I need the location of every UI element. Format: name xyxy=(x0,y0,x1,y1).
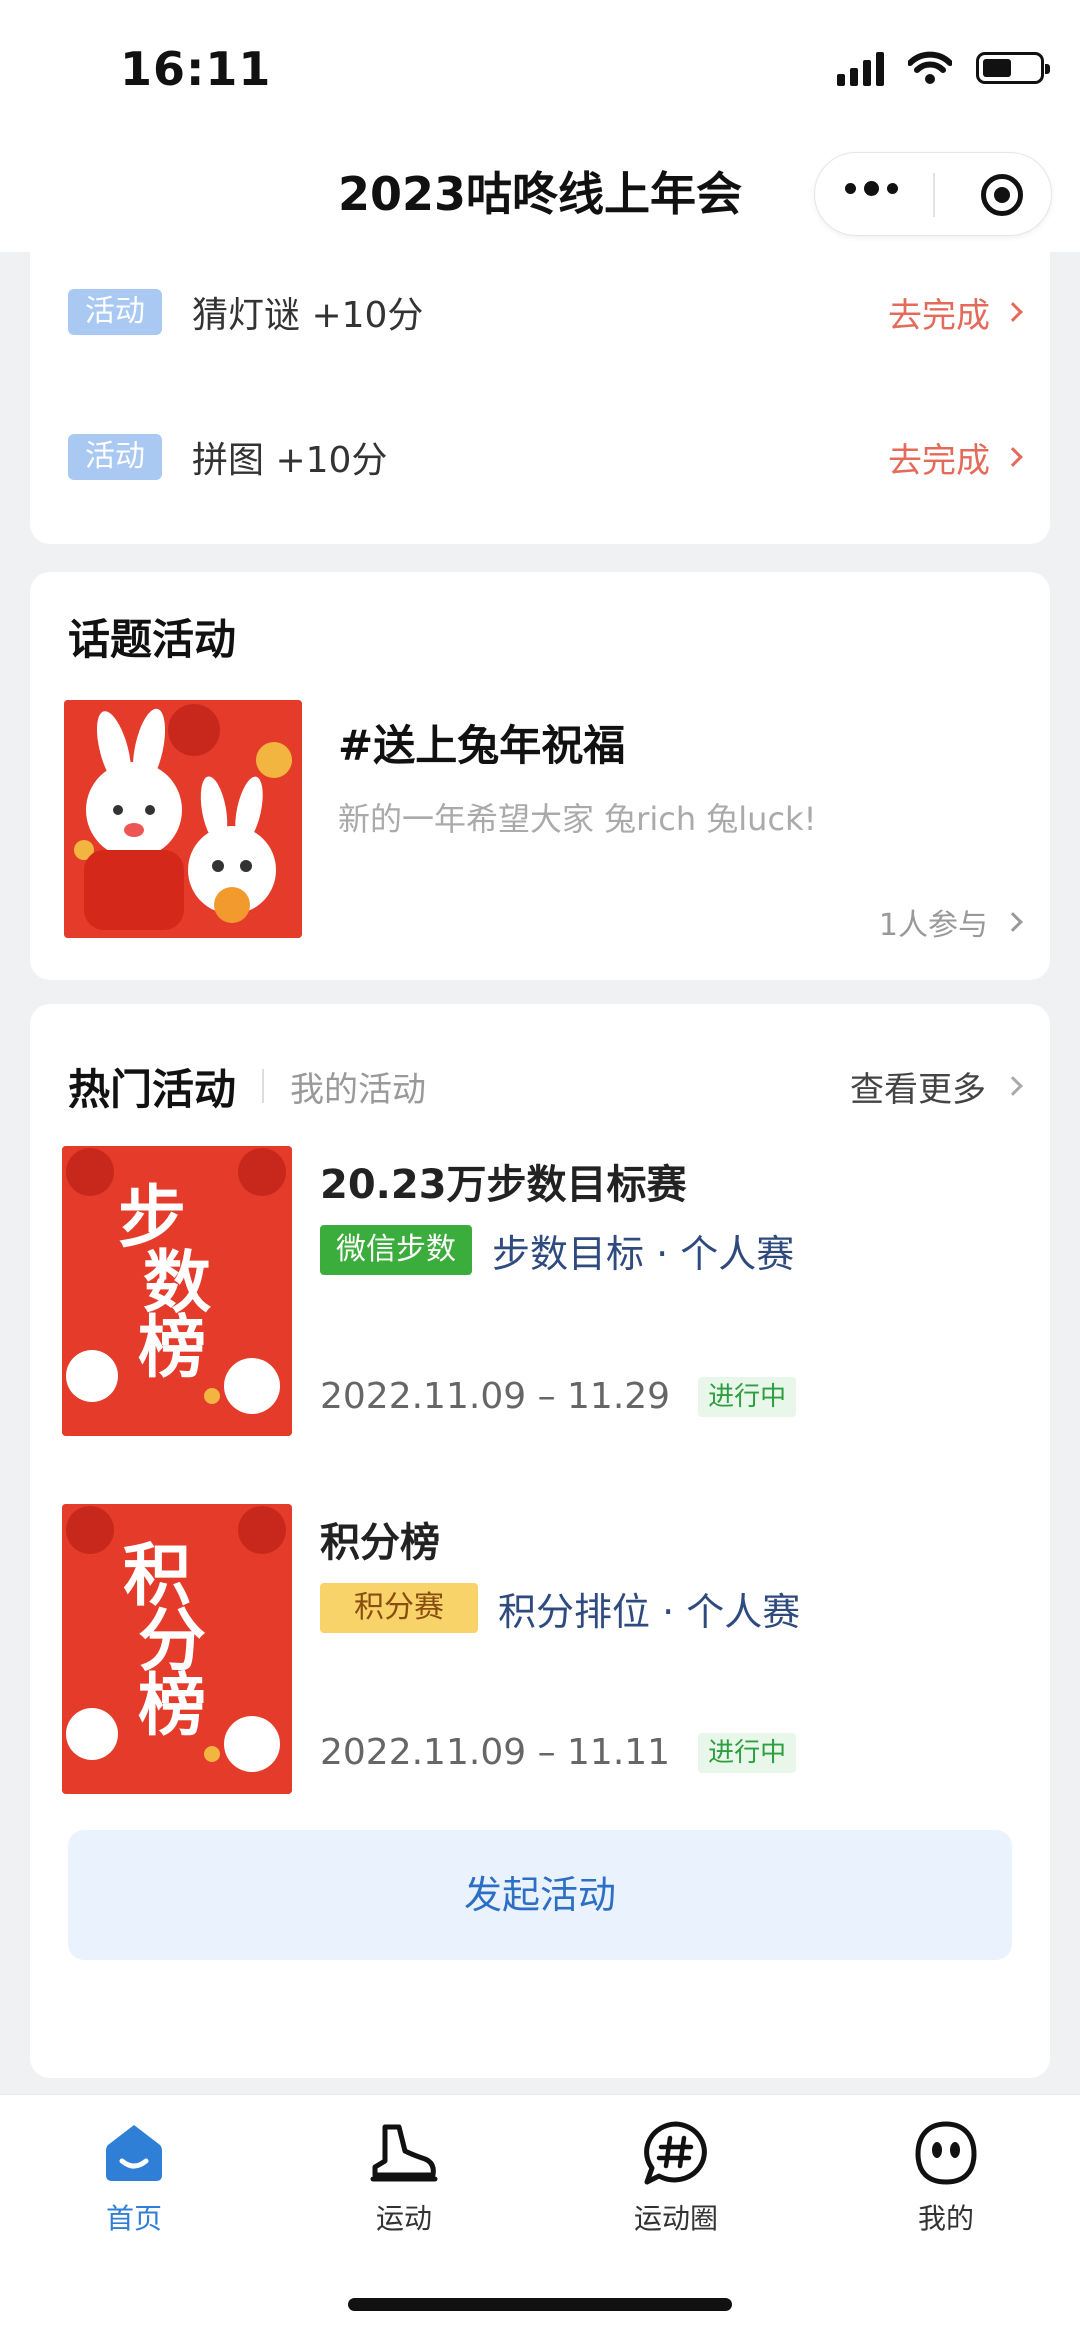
complete-task-label: 去完成 xyxy=(888,440,990,481)
tab-label: 我的 xyxy=(917,2202,974,2235)
cellular-signal-icon xyxy=(837,50,884,86)
activity-tag: 活动 xyxy=(68,289,162,335)
activity-poster-points[interactable]: 积 分 榜 xyxy=(62,1504,292,1794)
more-options-icon[interactable] xyxy=(845,181,898,196)
task-label: 拼图 +10分 xyxy=(192,440,388,481)
home-icon xyxy=(106,2125,162,2181)
battery-icon xyxy=(976,52,1050,84)
topic-card: 话题活动 #送上兔年祝福 新的一年希望大家 兔rich 兔luck! 1人参与 xyxy=(30,572,1050,980)
view-more-label: 查看更多 xyxy=(850,1069,986,1110)
activity-tag: 活动 xyxy=(68,434,162,480)
tab-sport[interactable]: 运动 xyxy=(304,2115,504,2237)
wifi-icon xyxy=(908,51,952,84)
status-time: 16:11 xyxy=(120,42,272,96)
poster-char-3: 榜 xyxy=(138,1667,206,1746)
status-badge: 进行中 xyxy=(698,1732,797,1773)
tab-circle[interactable]: 运动圈 xyxy=(576,2115,776,2237)
topic-participants-link[interactable]: 1人参与 xyxy=(878,900,1023,944)
tab-label: 运动圈 xyxy=(633,2202,718,2235)
activity-tagline: 微信步数 步数目标 · 个人赛 xyxy=(320,1224,794,1276)
activity-date: 2022.11.09 – 11.29 xyxy=(320,1376,671,1417)
task-label: 猜灯谜 +10分 xyxy=(192,295,424,336)
tab-mine[interactable]: 我的 xyxy=(846,2115,1046,2237)
poster-char-3: 榜 xyxy=(138,1309,206,1388)
chevron-right-icon xyxy=(1003,1076,1023,1096)
profile-face-icon xyxy=(915,2121,977,2185)
activity-tagline: 积分赛 积分排位 · 个人赛 xyxy=(320,1582,800,1634)
hot-activities-card: 热门活动 我的活动 查看更多 步 数 榜 20.23万步数目标赛 微信步数 步数… xyxy=(30,1004,1050,2078)
hashtag-bubble-icon xyxy=(644,2121,707,2185)
tab-my-activities[interactable]: 我的活动 xyxy=(290,1062,426,1111)
task-row-riddle[interactable]: 活动 猜灯谜 +10分 去完成 xyxy=(68,282,1023,342)
nav-bar: 2023咕咚线上年会 xyxy=(0,140,1080,252)
activity-poster-steps[interactable]: 步 数 榜 xyxy=(62,1146,292,1436)
chevron-right-icon xyxy=(1003,447,1023,467)
activity-type: 积分排位 · 个人赛 xyxy=(498,1589,801,1634)
content-area[interactable]: 活动 猜灯谜 +10分 去完成 活动 拼图 +10分 去完成 话题活动 #送上兔… xyxy=(0,252,1080,2094)
topic-description: 新的一年希望大家 兔rich 兔luck! xyxy=(338,800,817,838)
poster-illustration: 积 分 榜 xyxy=(62,1504,292,1794)
task-row-puzzle[interactable]: 活动 拼图 +10分 去完成 xyxy=(68,427,1023,487)
activity-name[interactable]: 20.23万步数目标赛 xyxy=(320,1152,687,1210)
complete-task-link[interactable]: 去完成 xyxy=(888,433,1023,482)
rabbit-illustration xyxy=(64,700,302,938)
activity-name[interactable]: 积分榜 xyxy=(320,1510,440,1568)
activity-date-row: 2022.11.09 – 11.29 进行中 xyxy=(320,1376,797,1417)
participants-count: 1人参与 xyxy=(878,908,988,943)
status-badge: 进行中 xyxy=(698,1376,797,1417)
chevron-right-icon xyxy=(1003,302,1023,322)
view-more-link[interactable]: 查看更多 xyxy=(850,1062,1023,1111)
wechat-steps-tag: 微信步数 xyxy=(320,1225,472,1275)
section-title-topics: 话题活动 xyxy=(68,615,237,664)
tab-label: 运动 xyxy=(375,2202,432,2235)
mini-program-capsule xyxy=(814,152,1052,236)
status-icons xyxy=(837,50,1050,86)
topic-thumbnail[interactable] xyxy=(64,700,302,938)
launch-activity-button[interactable]: 发起活动 xyxy=(68,1830,1012,1960)
task-card: 活动 猜灯谜 +10分 去完成 活动 拼图 +10分 去完成 xyxy=(30,252,1050,544)
complete-task-label: 去完成 xyxy=(888,295,990,336)
activity-date: 2022.11.09 – 11.11 xyxy=(320,1732,671,1773)
points-tag: 积分赛 xyxy=(320,1583,478,1633)
hot-activities-header: 热门活动 我的活动 查看更多 xyxy=(68,1056,1023,1117)
topic-name[interactable]: #送上兔年祝福 xyxy=(338,712,625,773)
chevron-right-icon xyxy=(1003,912,1023,932)
poster-illustration: 步 数 榜 xyxy=(62,1146,292,1436)
tab-label: 首页 xyxy=(105,2202,162,2235)
close-miniprogram-icon[interactable] xyxy=(981,174,1023,216)
home-indicator[interactable] xyxy=(348,2298,732,2311)
activity-date-row: 2022.11.09 – 11.11 进行中 xyxy=(320,1732,797,1773)
status-bar: 16:11 xyxy=(0,0,1080,140)
tab-home[interactable]: 首页 xyxy=(34,2115,234,2237)
tab-hot-activities[interactable]: 热门活动 xyxy=(68,1056,236,1117)
activity-type: 步数目标 · 个人赛 xyxy=(492,1231,795,1276)
complete-task-link[interactable]: 去完成 xyxy=(888,288,1023,337)
running-shoe-icon xyxy=(370,2124,438,2182)
